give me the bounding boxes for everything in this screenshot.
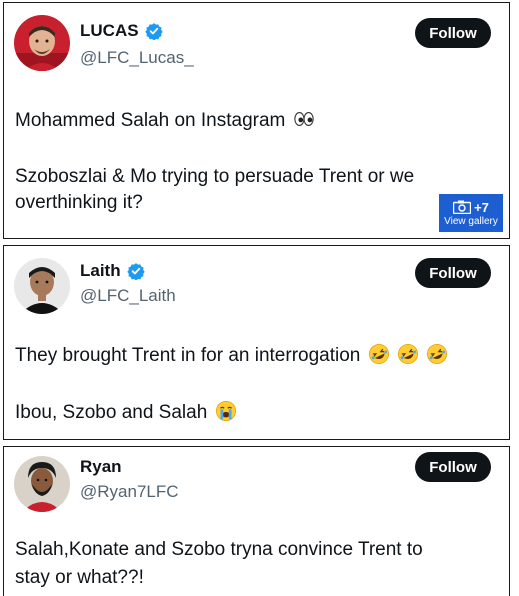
eyes-emoji-icon xyxy=(293,112,314,126)
tweet-text-line: Ibou, Szobo and Salah xyxy=(15,400,237,425)
display-name[interactable]: Laith xyxy=(80,261,121,281)
tweet-text: They brought Trent in for an interrogati… xyxy=(15,345,361,366)
handle[interactable]: @LFC_Laith xyxy=(80,286,176,306)
tweet-screenshot-stack: LUCAS @LFC_Lucas_ Follow Mohammed Salah … xyxy=(0,0,519,596)
verified-badge-icon xyxy=(144,23,163,40)
name-row: Ryan xyxy=(80,457,122,477)
tweet-text-line: overthinking it? xyxy=(15,192,143,213)
name-row: LUCAS xyxy=(80,21,163,41)
camera-icon xyxy=(453,200,472,214)
gallery-count-row: +7 xyxy=(453,200,489,215)
tweet-text: Mohammed Salah on Instagram xyxy=(15,110,286,131)
follow-button[interactable]: Follow xyxy=(415,18,491,48)
rolling-on-floor-laughing-emoji-icon xyxy=(427,344,448,364)
name-row: Laith xyxy=(80,261,145,281)
tweet-text-line: Mohammed Salah on Instagram xyxy=(15,108,315,133)
rolling-on-floor-laughing-emoji-icon xyxy=(368,344,389,364)
avatar[interactable] xyxy=(14,456,70,512)
tweet-text-line: stay or what??! xyxy=(15,567,144,588)
tweet-card-ryan: Ryan @Ryan7LFC Follow Salah,Konate and S… xyxy=(3,446,510,596)
avatar[interactable] xyxy=(14,15,70,71)
handle[interactable]: @Ryan7LFC xyxy=(80,482,179,502)
display-name[interactable]: LUCAS xyxy=(80,21,139,41)
rolling-on-floor-laughing-emoji-icon xyxy=(397,344,418,364)
tweet-text-line: Salah,Konate and Szobo tryna convince Tr… xyxy=(15,539,423,560)
display-name[interactable]: Ryan xyxy=(80,457,122,477)
tweet-text-line: They brought Trent in for an interrogati… xyxy=(15,343,448,368)
tweet-text-line: Szoboszlai & Mo trying to persuade Trent… xyxy=(15,166,415,187)
handle[interactable]: @LFC_Lucas_ xyxy=(80,48,194,68)
avatar[interactable] xyxy=(14,258,70,314)
verified-badge-icon xyxy=(126,263,145,280)
follow-button[interactable]: Follow xyxy=(415,452,491,482)
tweet-card-lucas: LUCAS @LFC_Lucas_ Follow Mohammed Salah … xyxy=(3,2,510,239)
tweet-text: Ibou, Szobo and Salah xyxy=(15,402,208,423)
gallery-label: View gallery xyxy=(444,215,498,227)
gallery-count: +7 xyxy=(474,199,489,215)
tweet-card-laith: Laith @LFC_Laith Follow They brought Tre… xyxy=(3,245,510,440)
view-gallery-button[interactable]: +7 View gallery xyxy=(439,194,503,232)
loudly-crying-emoji-icon xyxy=(215,401,236,421)
follow-button[interactable]: Follow xyxy=(415,258,491,288)
